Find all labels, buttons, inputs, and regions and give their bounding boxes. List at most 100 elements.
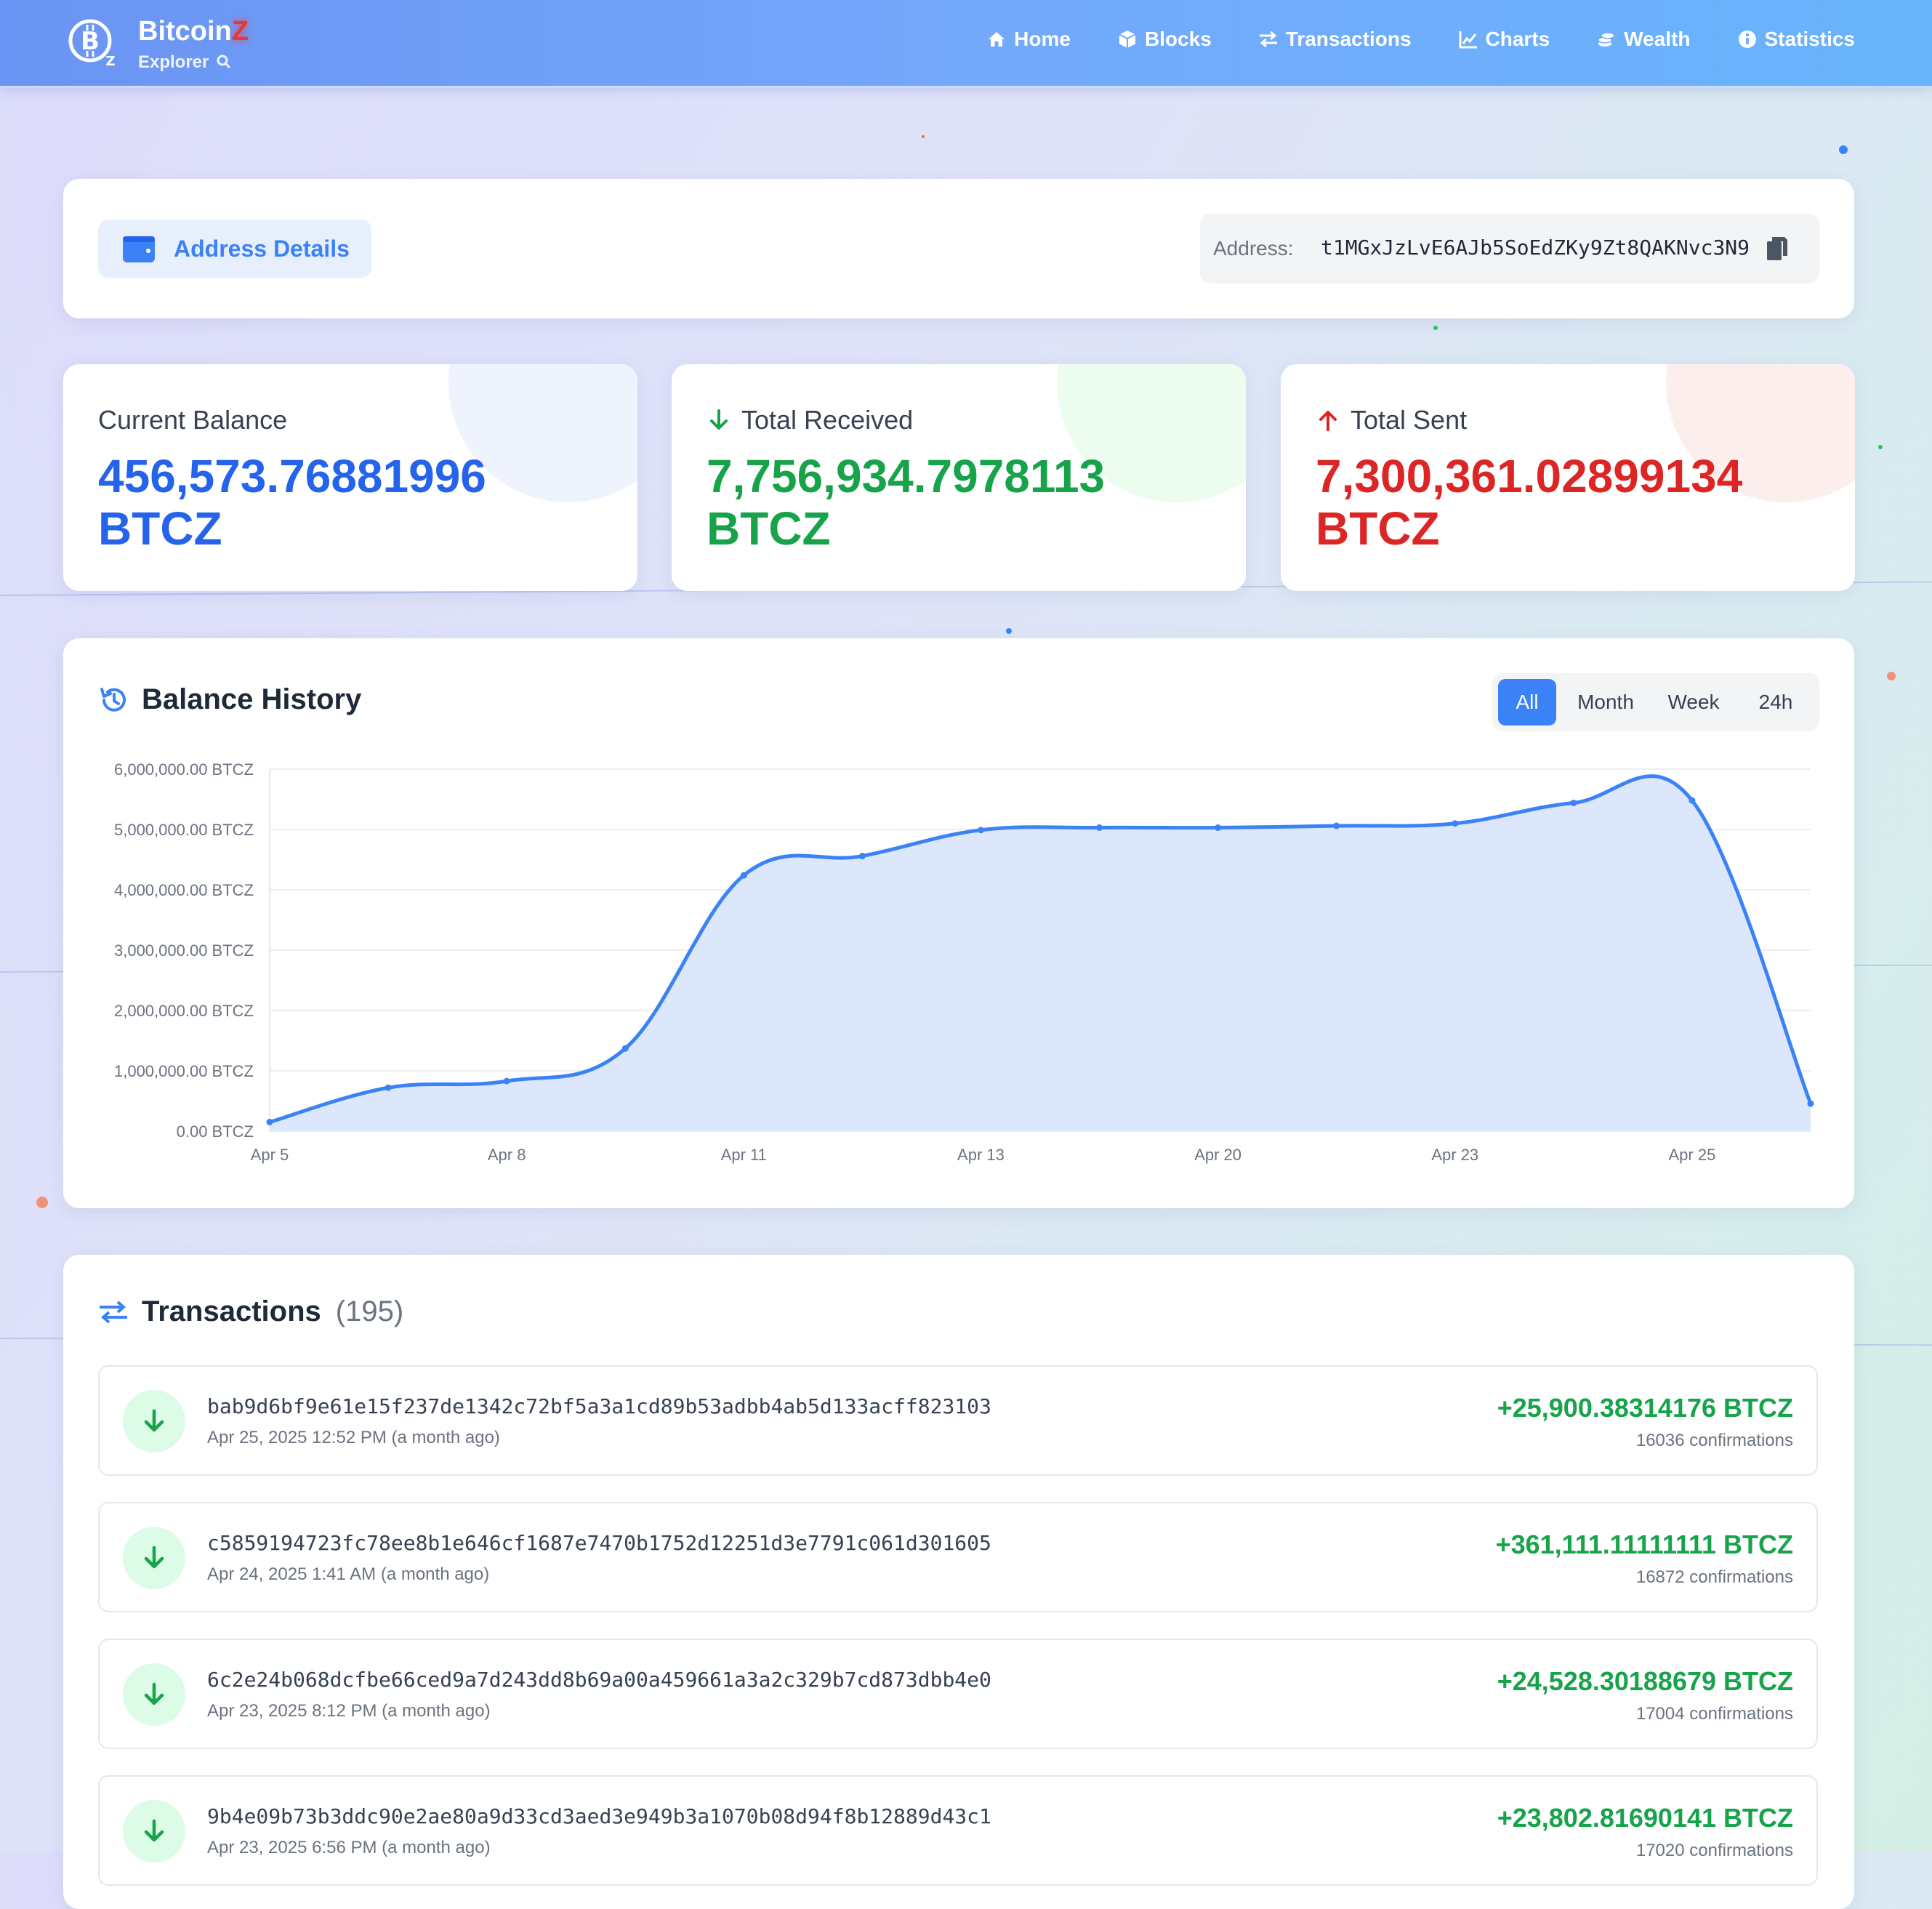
transaction-row[interactable]: c5859194723fc78ee8b1e646cf1687e7470b1752… <box>98 1502 1818 1612</box>
transaction-amount: +25,900.38314176 BTCZ <box>1497 1393 1793 1423</box>
total-sent-label: Total Sent <box>1316 405 1467 435</box>
transaction-confirmations: 16036 confirmations <box>1635 1431 1793 1450</box>
transaction-amount: +24,528.30188679 BTCZ <box>1497 1666 1793 1696</box>
address-value[interactable]: t1MGxJzLvE6AJb5SoEdZKy9Zt8QAKNvc3N9 <box>1321 236 1750 260</box>
transaction-hash-link[interactable]: 9b4e09b73b3ddc90e2ae80a9d33cd3aed3e949b3… <box>207 1804 991 1828</box>
address-box: Address: t1MGxJzLvE6AJb5SoEdZKy9Zt8QAKNv… <box>1200 214 1819 284</box>
balance-data-point <box>385 1084 392 1091</box>
balance-data-point <box>1096 824 1103 832</box>
current-balance-card: Current Balance 456,573.76881996 BTCZ <box>63 364 637 591</box>
nav-blocks[interactable]: Blocks <box>1117 28 1212 51</box>
transaction-hash-link[interactable]: c5859194723fc78ee8b1e646cf1687e7470b1752… <box>207 1531 991 1555</box>
total-sent-card: Total Sent 7,300,361.02899134 BTCZ <box>1281 364 1855 591</box>
total-received-label: Total Received <box>707 405 913 435</box>
balance-data-point <box>858 853 866 860</box>
balance-history-card: 0.00 BTCZ 1,000,000.00 BTCZ 2,000,000.00 B… <box>63 638 1854 1208</box>
incoming-badge <box>123 1527 185 1589</box>
svg-text:B: B <box>81 27 100 56</box>
nav-transactions[interactable]: Transactions <box>1258 28 1412 51</box>
balance-data-point <box>977 827 984 834</box>
total-received-card: Total Received 7,756,934.7978113 BTCZ <box>672 364 1246 591</box>
balance-data-point <box>266 1119 273 1126</box>
current-balance-label: Current Balance <box>98 405 288 435</box>
current-balance-value: 456,573.76881996 BTCZ <box>98 450 486 555</box>
transactions-card: Transactions (195) bab9d6bf9e61e15f237de1… <box>63 1255 1854 1909</box>
nav-charts[interactable]: Charts <box>1458 28 1550 51</box>
transaction-hash-link[interactable]: 6c2e24b068dcfbe66ced9a7d243dd8b69a00a459… <box>207 1668 991 1692</box>
incoming-badge <box>123 1800 185 1862</box>
history-icon <box>100 687 126 712</box>
cube-icon <box>1119 31 1136 48</box>
transaction-row[interactable]: 9b4e09b73b3ddc90e2ae80a9d33cd3aed3e949b3… <box>98 1775 1818 1886</box>
arrow-down-icon <box>144 1819 164 1842</box>
transaction-time: Apr 23, 2025 8:12 PM (a month ago) <box>207 1701 491 1721</box>
arrow-up-icon <box>1319 411 1337 431</box>
balance-data-point <box>1452 820 1459 827</box>
arrow-down-icon <box>144 1682 164 1705</box>
line-chart-icon <box>1459 31 1477 49</box>
search-icon <box>217 55 231 69</box>
transaction-time: Apr 24, 2025 1:41 AM (a month ago) <box>207 1564 490 1584</box>
arrow-down-icon <box>144 1546 164 1569</box>
coins-icon <box>1598 32 1615 47</box>
nav-statistics[interactable]: Statistics <box>1737 28 1855 51</box>
transaction-hash-link[interactable]: bab9d6bf9e61e15f237de1342c72bf5a3a1cd89b… <box>207 1394 991 1418</box>
transactions-count: (195) <box>335 1295 404 1327</box>
y-tick-label: 2,000,000.00 BTCZ <box>114 1002 254 1020</box>
top-navbar: B Z BitcoinZ Explorer Home Blocks Transa… <box>0 0 1932 88</box>
nav-home[interactable]: Home <box>986 28 1071 51</box>
balance-data-point <box>503 1077 510 1085</box>
arrow-down-icon <box>144 1409 164 1432</box>
exchange-icon <box>1259 31 1277 48</box>
range-month-button[interactable]: Month <box>1562 679 1649 726</box>
range-selector: All Month Week 24h <box>1492 673 1819 731</box>
address-label: Address: <box>1213 237 1294 260</box>
copy-icon[interactable] <box>1764 234 1790 263</box>
nav-wealth[interactable]: Wealth <box>1596 28 1691 51</box>
balance-data-point <box>621 1045 629 1052</box>
transaction-row[interactable]: 6c2e24b068dcfbe66ced9a7d243dd8b69a00a459… <box>98 1639 1818 1749</box>
main-nav: Home Blocks Transactions Charts Wealth S… <box>986 28 1855 51</box>
y-tick-label: 0.00 BTCZ <box>177 1122 254 1141</box>
balance-data-point <box>1215 824 1222 832</box>
y-tick-label: 3,000,000.00 BTCZ <box>114 941 254 960</box>
arrow-down-icon <box>710 409 728 430</box>
x-tick-label: Apr 8 <box>488 1146 526 1164</box>
transaction-time: Apr 23, 2025 6:56 PM (a month ago) <box>207 1838 491 1857</box>
incoming-badge <box>123 1390 185 1452</box>
address-details-card: Address Details Address: t1MGxJzLvE6AJb5… <box>63 179 1854 318</box>
brand-name: BitcoinZ <box>138 16 249 47</box>
balance-data-point <box>1570 799 1577 806</box>
svg-text:Z: Z <box>105 54 115 67</box>
brand-subtitle: Explorer <box>138 52 231 73</box>
x-tick-label: Apr 11 <box>721 1146 767 1164</box>
x-tick-label: Apr 25 <box>1669 1146 1716 1164</box>
info-icon <box>1738 31 1756 48</box>
transactions-title: Transactions (195) <box>98 1295 403 1328</box>
address-details-badge: Address Details <box>98 220 371 278</box>
balance-data-point <box>1689 797 1696 804</box>
range-all-button[interactable]: All <box>1498 679 1556 726</box>
x-tick-label: Apr 23 <box>1431 1146 1478 1164</box>
range-24h-button[interactable]: 24h <box>1739 679 1812 726</box>
balance-data-point <box>1333 822 1340 829</box>
x-tick-label: Apr 5 <box>251 1146 289 1164</box>
transaction-row[interactable]: bab9d6bf9e61e15f237de1342c72bf5a3a1cd89b… <box>98 1365 1818 1476</box>
bitcoinz-logo-icon: B Z <box>68 19 116 67</box>
incoming-badge <box>123 1663 185 1726</box>
transaction-time: Apr 25, 2025 12:52 PM (a month ago) <box>207 1428 500 1447</box>
balance-history-title: Balance History <box>98 683 361 716</box>
transaction-confirmations: 17004 confirmations <box>1635 1704 1793 1724</box>
y-tick-label: 6,000,000.00 BTCZ <box>114 760 254 779</box>
transaction-amount: +361,111.11111111 BTCZ <box>1495 1530 1793 1559</box>
address-details-title: Address Details <box>174 235 350 262</box>
range-week-button[interactable]: Week <box>1654 679 1734 726</box>
home-icon <box>989 32 1005 47</box>
balance-data-point <box>740 872 747 879</box>
x-tick-label: Apr 20 <box>1194 1146 1241 1164</box>
transaction-amount: +23,802.81690141 BTCZ <box>1497 1803 1793 1833</box>
y-tick-label: 5,000,000.00 BTCZ <box>114 821 254 839</box>
exchange-icon <box>100 1300 127 1324</box>
total-sent-value: 7,300,361.02899134 BTCZ <box>1316 450 1743 555</box>
transaction-confirmations: 17020 confirmations <box>1635 1841 1793 1860</box>
